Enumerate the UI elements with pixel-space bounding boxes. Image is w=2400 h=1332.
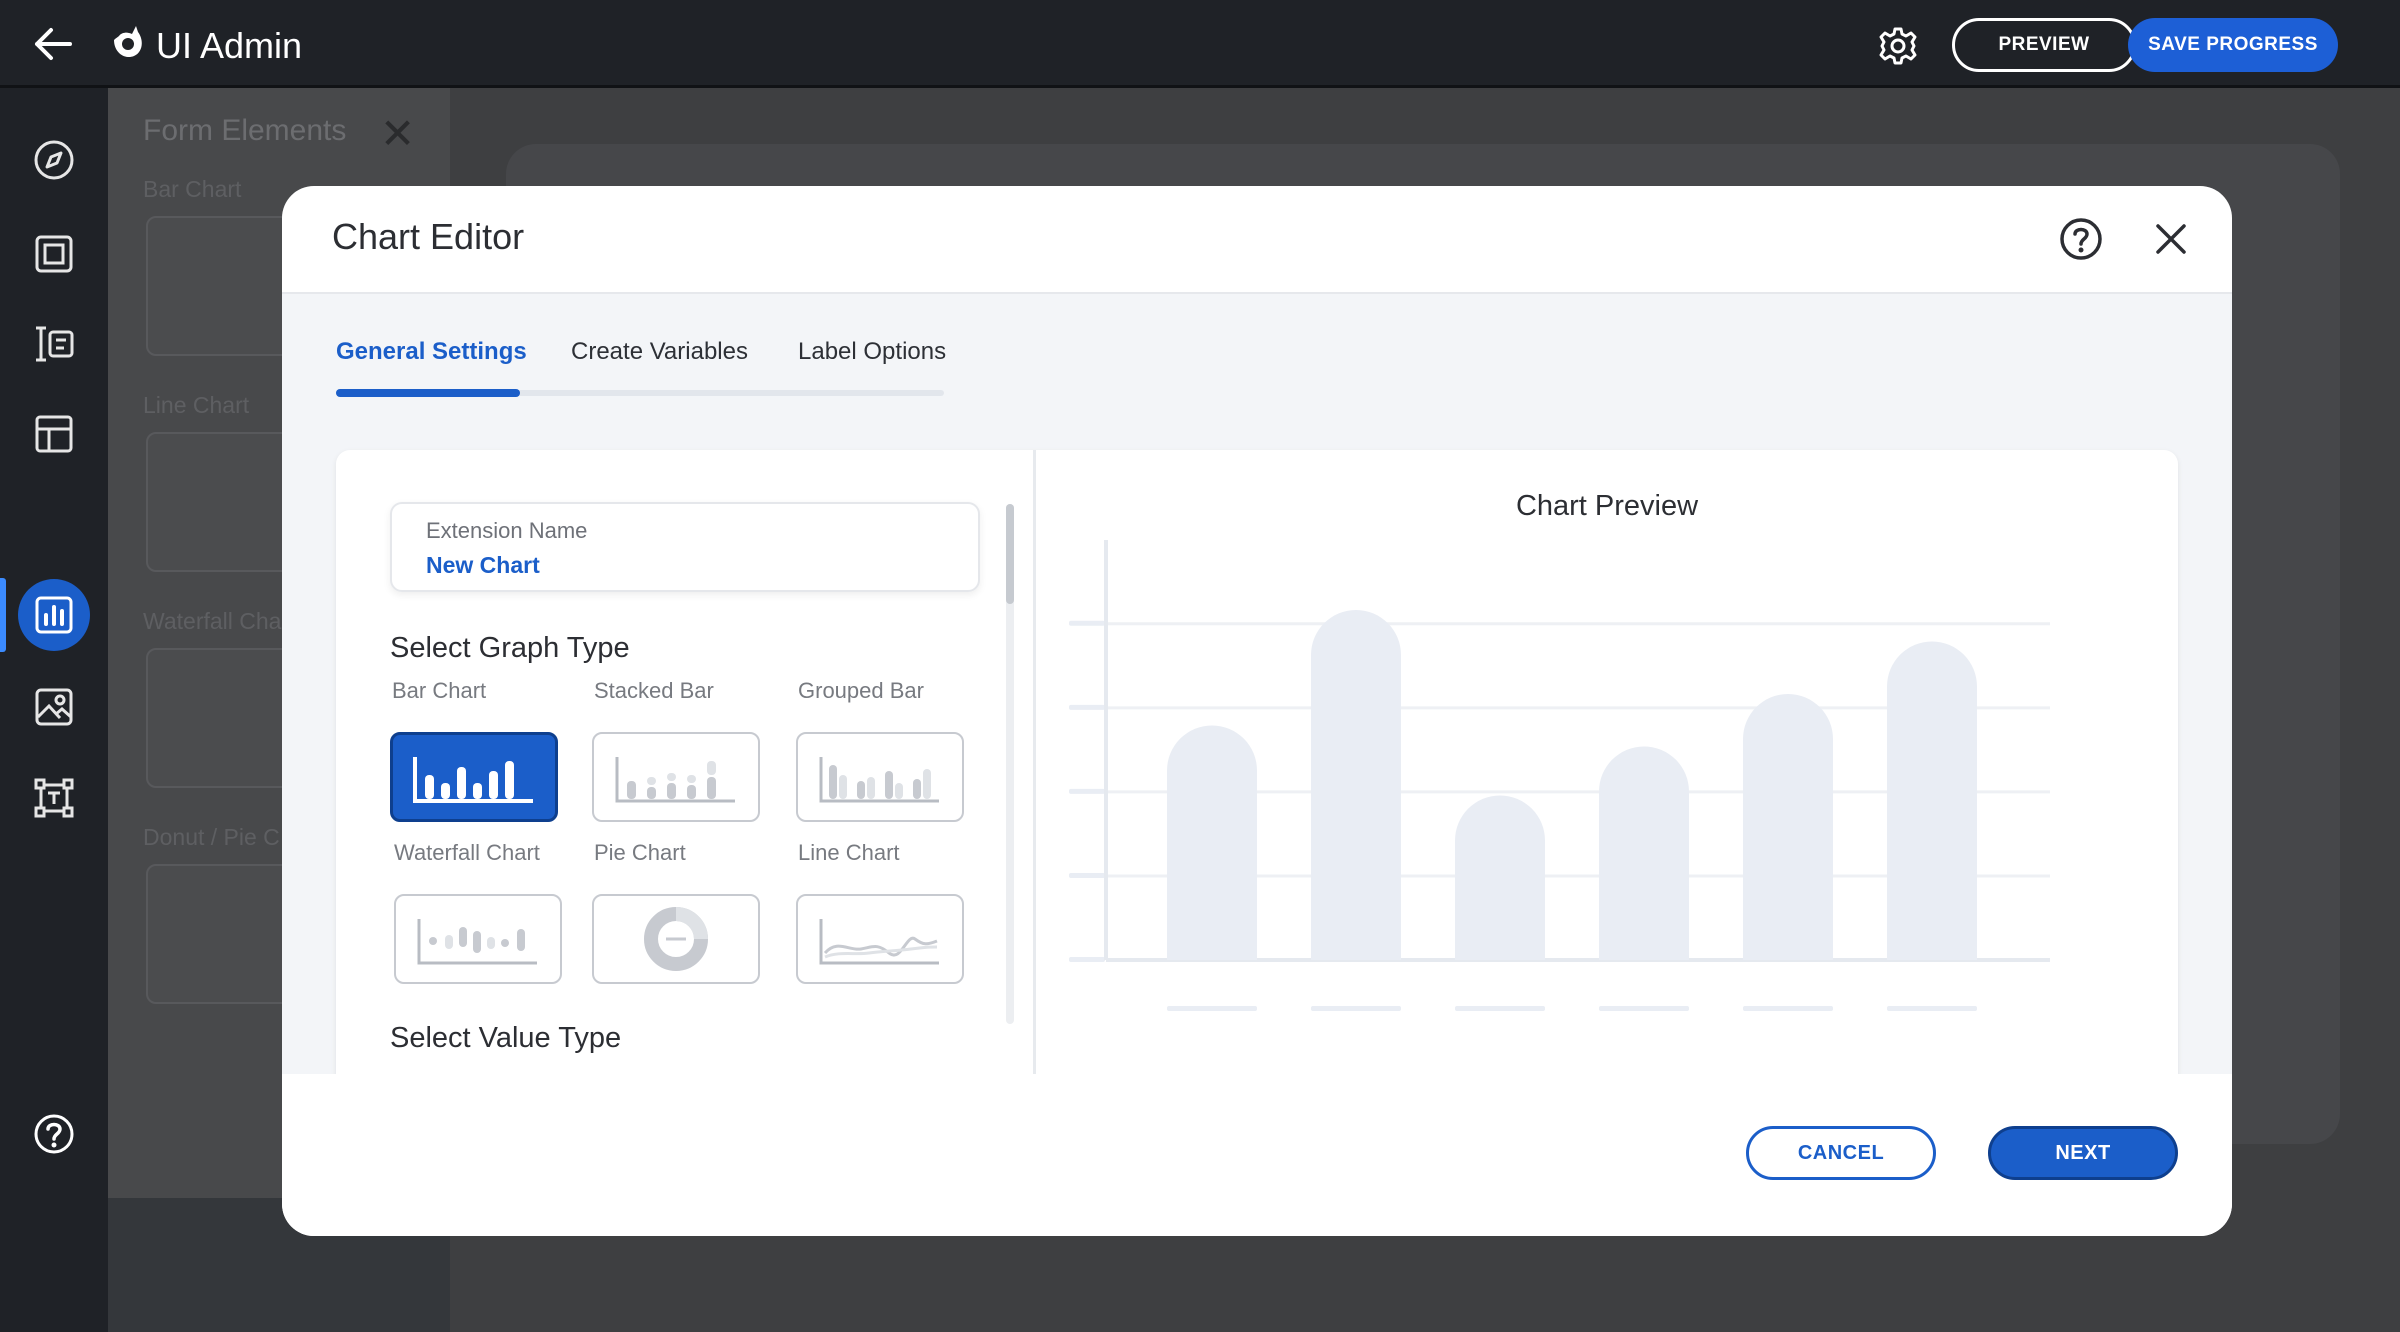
app-logo-icon [114, 26, 142, 58]
graph-type-bar-chart-button[interactable] [390, 732, 558, 822]
modal-title: Chart Editor [332, 216, 525, 257]
chart-bar [1167, 725, 1257, 960]
x-tick-label-placeholder [1311, 1006, 1401, 1011]
modal-header: Chart Editor [282, 186, 2232, 294]
frame-icon [35, 235, 73, 273]
rail-item-frame[interactable] [18, 218, 90, 290]
extension-name-field[interactable]: Extension Name New Chart [390, 502, 980, 592]
y-tick-placeholder [1069, 957, 1105, 962]
select-graph-type-title: Select Graph Type [390, 632, 630, 664]
rail-item-text-box[interactable] [18, 762, 90, 834]
chart-preview-column: Chart Preview [1036, 450, 2178, 1090]
graph-type-stacked-bar-button[interactable] [592, 732, 760, 822]
preview-button[interactable]: PREVIEW [1952, 18, 2136, 72]
rail-item-image[interactable] [18, 671, 90, 743]
chart-bar [1599, 746, 1689, 960]
active-tab-indicator [336, 389, 520, 397]
active-rail-indicator [0, 578, 6, 652]
modal-footer: CANCEL NEXT [282, 1074, 2232, 1236]
settings-gear-icon[interactable] [1874, 22, 1922, 70]
image-icon [35, 688, 73, 726]
rail-item-compass[interactable] [18, 124, 90, 196]
graph-type-label: Pie Chart [594, 840, 686, 865]
chart-bar [1311, 610, 1401, 960]
graph-type-label: Bar Chart [392, 678, 487, 703]
graph-type-pie-chart-button[interactable] [592, 894, 760, 984]
bg-label-line-chart: Line Chart [143, 392, 250, 418]
x-tick-label-placeholder [1887, 1006, 1977, 1011]
graph-type-grouped-bar-button[interactable] [796, 732, 964, 822]
waterfall-chart-icon [417, 919, 537, 965]
graph-type-waterfall-button[interactable] [394, 894, 562, 984]
y-tick-placeholder [1069, 788, 1105, 794]
chart-bar [1887, 641, 1977, 960]
x-tick-label-placeholder [1599, 1006, 1689, 1011]
bg-label-bar-chart: Bar Chart [143, 176, 242, 202]
save-progress-button[interactable]: SAVE PROGRESS [2128, 18, 2338, 72]
next-button[interactable]: NEXT [1988, 1126, 2178, 1180]
chart-bar [1455, 795, 1545, 960]
text-box-icon [34, 778, 74, 818]
close-icon[interactable] [2146, 214, 2196, 264]
graph-type-label: Line Chart [798, 840, 900, 865]
back-arrow-icon[interactable] [30, 24, 76, 64]
form-elements-title: Form Elements [143, 114, 347, 147]
modal-body: General Settings Create Variables Label … [282, 294, 2232, 1090]
bg-label-waterfall-chart: Waterfall Cha [143, 608, 282, 634]
grouped-bar-icon [819, 757, 939, 803]
settings-card: Extension Name New Chart Select Graph Ty… [336, 450, 2178, 1090]
top-bar: UI Admin PREVIEW SAVE PROGRESS [0, 0, 2400, 88]
graph-type-label: Stacked Bar [594, 678, 714, 703]
rail-item-charts[interactable] [18, 579, 90, 651]
rail-item-text-field[interactable] [18, 308, 90, 380]
app-title: UI Admin [156, 25, 303, 66]
tab-general-settings[interactable]: General Settings [336, 338, 527, 366]
x-tick-label-placeholder [1743, 1006, 1833, 1011]
table-icon [35, 415, 73, 453]
chart-bar [1743, 694, 1833, 960]
form-elements-close-icon: ✕ [380, 110, 416, 157]
compass-icon [34, 140, 74, 180]
select-value-type-title: Select Value Type [390, 1022, 622, 1054]
y-tick-placeholder [1069, 872, 1105, 878]
tab-create-variables[interactable]: Create Variables [571, 338, 748, 366]
graph-type-line-chart-button[interactable] [796, 894, 964, 984]
graph-type-label: Grouped Bar [798, 678, 924, 703]
cancel-button[interactable]: CANCEL [1746, 1126, 1936, 1180]
settings-form-column: Extension Name New Chart Select Graph Ty… [336, 450, 1036, 1090]
bg-label-donut-chart: Donut / Pie C [143, 824, 280, 850]
rail-item-table[interactable] [18, 398, 90, 470]
left-nav-rail [0, 88, 108, 1332]
x-tick-label-placeholder [1167, 1006, 1257, 1011]
y-tick-placeholder [1069, 704, 1105, 710]
graph-type-label: Waterfall Chart [394, 840, 540, 865]
bar-chart-icon [413, 757, 533, 803]
line-chart-icon [819, 919, 939, 965]
help-icon [34, 1114, 74, 1154]
y-tick-placeholder [1069, 620, 1105, 626]
extension-name-value: New Chart [426, 552, 540, 578]
chart-preview-svg [1069, 540, 2050, 1011]
help-icon[interactable] [2056, 214, 2106, 264]
settings-scrollbar-thumb[interactable] [1006, 504, 1014, 604]
stacked-bar-icon [615, 757, 735, 803]
extension-name-label: Extension Name [426, 518, 588, 543]
chart-editor-modal: Chart Editor General Settings Create Var… [282, 186, 2232, 1236]
tab-label-options[interactable]: Label Options [798, 338, 946, 366]
pie-chart-icon [644, 907, 708, 971]
chart-icon [35, 596, 73, 634]
x-tick-label-placeholder [1455, 1006, 1545, 1011]
text-field-icon [36, 326, 74, 362]
rail-item-help[interactable] [18, 1098, 90, 1170]
